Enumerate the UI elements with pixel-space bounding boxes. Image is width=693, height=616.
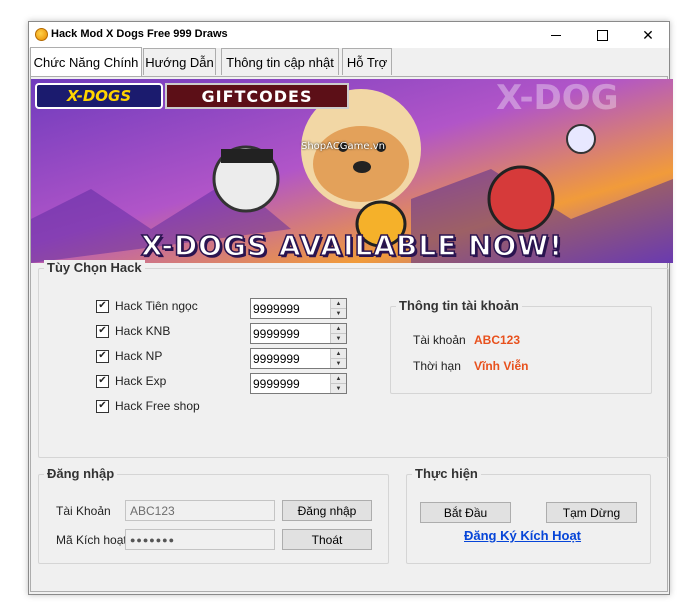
knb-stepper[interactable]: 9999999 ▲ ▼ xyxy=(250,323,347,344)
svg-text:X-DOG: X-DOG xyxy=(496,79,619,118)
title-bar[interactable]: Hack Mod X Dogs Free 999 Draws ✕ xyxy=(29,22,669,48)
stepper-buttons: ▲ ▼ xyxy=(330,324,346,343)
checkbox-label: Hack NP xyxy=(115,349,163,363)
banner-headline: X-DOGS AVAILABLE NOW! xyxy=(140,228,563,263)
hack-np-checkbox[interactable]: ✔ Hack NP xyxy=(96,349,162,363)
tab-panel-main: X-DOG X-DOGS GIFTCODES ShopACGame.vn X-D… xyxy=(30,76,673,592)
checkbox-label: Hack Exp xyxy=(115,374,167,388)
maximize-icon xyxy=(596,29,608,41)
login-group: Đăng nhập Tài Khoản ABC123 Đăng nhập Mã … xyxy=(38,466,389,564)
checkbox-label: Hack Tiên ngọc xyxy=(115,299,198,313)
account-field[interactable]: ABC123 xyxy=(125,500,275,521)
activation-code-field[interactable]: ●●●●●●● xyxy=(125,529,275,550)
account-value: ABC123 xyxy=(474,333,521,347)
checkbox-box[interactable]: ✔ xyxy=(96,299,109,313)
stepper-value[interactable]: 9999999 xyxy=(253,327,300,341)
checkbox-box[interactable]: ✔ xyxy=(96,324,109,338)
stepper-buttons: ▲ ▼ xyxy=(330,299,346,318)
checkbox-box[interactable]: ✔ xyxy=(96,349,109,363)
login-title: Đăng nhập xyxy=(44,466,118,481)
hack-options-group: Tùy Chọn Hack ✔ Hack Tiên ngọc ✔ Hack KNB … xyxy=(38,260,669,458)
account-field-label: Tài Khoản xyxy=(56,504,111,518)
start-button[interactable]: Bắt Đầu xyxy=(420,502,511,523)
stepper-value[interactable]: 9999999 xyxy=(253,352,300,366)
tab-support[interactable]: Hỗ Trợ xyxy=(342,48,392,75)
stepper-buttons: ▲ ▼ xyxy=(330,374,346,393)
stepper-down-icon[interactable]: ▼ xyxy=(331,384,346,393)
close-button[interactable]: ✕ xyxy=(625,22,671,48)
hack-exp-checkbox[interactable]: ✔ Hack Exp xyxy=(96,374,166,388)
stepper-down-icon[interactable]: ▼ xyxy=(331,334,346,343)
account-info-title: Thông tin tài khoản xyxy=(396,298,522,313)
checkbox-label: Hack Free shop xyxy=(115,399,200,413)
maximize-button[interactable] xyxy=(579,22,625,48)
hack-tien-ngoc-checkbox[interactable]: ✔ Hack Tiên ngọc xyxy=(96,299,198,313)
tien-ngoc-stepper[interactable]: 9999999 ▲ ▼ xyxy=(250,298,347,319)
stepper-value[interactable]: 9999999 xyxy=(253,302,300,316)
register-activation-link[interactable]: Đăng Ký Kích Hoạt xyxy=(464,528,581,543)
checkbox-box[interactable]: ✔ xyxy=(96,374,109,388)
duration-label: Thời hạn xyxy=(413,359,461,373)
game-banner: X-DOG X-DOGS GIFTCODES ShopACGame.vn X-D… xyxy=(31,79,673,263)
minimize-button[interactable] xyxy=(533,22,579,48)
banner-giftcodes-tag: GIFTCODES xyxy=(165,83,349,109)
stepper-up-icon[interactable]: ▲ xyxy=(331,349,346,359)
banner-logo: X-DOGS xyxy=(35,83,163,109)
banner-watermark: ShopACGame.vn xyxy=(301,141,386,152)
minimize-icon xyxy=(551,34,561,36)
np-stepper[interactable]: 9999999 ▲ ▼ xyxy=(250,348,347,369)
app-window: Hack Mod X Dogs Free 999 Draws ✕ Chức Nă… xyxy=(28,21,673,595)
stepper-up-icon[interactable]: ▲ xyxy=(331,299,346,309)
account-info-group: Thông tin tài khoản Tài khoản ABC123 Thờ… xyxy=(390,298,652,394)
tab-update-info[interactable]: Thông tin cập nhật xyxy=(221,48,339,75)
stepper-up-icon[interactable]: ▲ xyxy=(331,324,346,334)
hack-knb-checkbox[interactable]: ✔ Hack KNB xyxy=(96,324,170,338)
window-title: Hack Mod X Dogs Free 999 Draws xyxy=(51,28,228,40)
execute-title: Thực hiện xyxy=(412,466,481,481)
stepper-up-icon[interactable]: ▲ xyxy=(331,374,346,384)
app-icon xyxy=(35,28,48,41)
stepper-down-icon[interactable]: ▼ xyxy=(331,359,346,368)
pause-button[interactable]: Tạm Dừng xyxy=(546,502,637,523)
checkbox-label: Hack KNB xyxy=(115,324,171,338)
login-button[interactable]: Đăng nhập xyxy=(282,500,372,521)
stepper-buttons: ▲ ▼ xyxy=(330,349,346,368)
duration-value: Vĩnh Viễn xyxy=(474,359,529,373)
tab-main-functions[interactable]: Chức Năng Chính xyxy=(30,47,142,76)
activation-code-label: Mã Kích hoạt xyxy=(56,533,127,547)
hack-options-title: Tùy Chọn Hack xyxy=(44,260,145,275)
stepper-value[interactable]: 9999999 xyxy=(253,377,300,391)
hack-free-shop-checkbox[interactable]: ✔ Hack Free shop xyxy=(96,399,200,413)
exp-stepper[interactable]: 9999999 ▲ ▼ xyxy=(250,373,347,394)
exit-button[interactable]: Thoát xyxy=(282,529,372,550)
stepper-down-icon[interactable]: ▼ xyxy=(331,309,346,318)
account-label: Tài khoản xyxy=(413,333,466,347)
checkbox-box[interactable]: ✔ xyxy=(96,399,109,413)
close-icon: ✕ xyxy=(642,26,654,43)
execute-group: Thực hiện Bắt Đầu Tạm Dừng Đăng Ký Kích … xyxy=(406,466,651,564)
tab-guide[interactable]: Hướng Dẫn xyxy=(143,48,216,75)
